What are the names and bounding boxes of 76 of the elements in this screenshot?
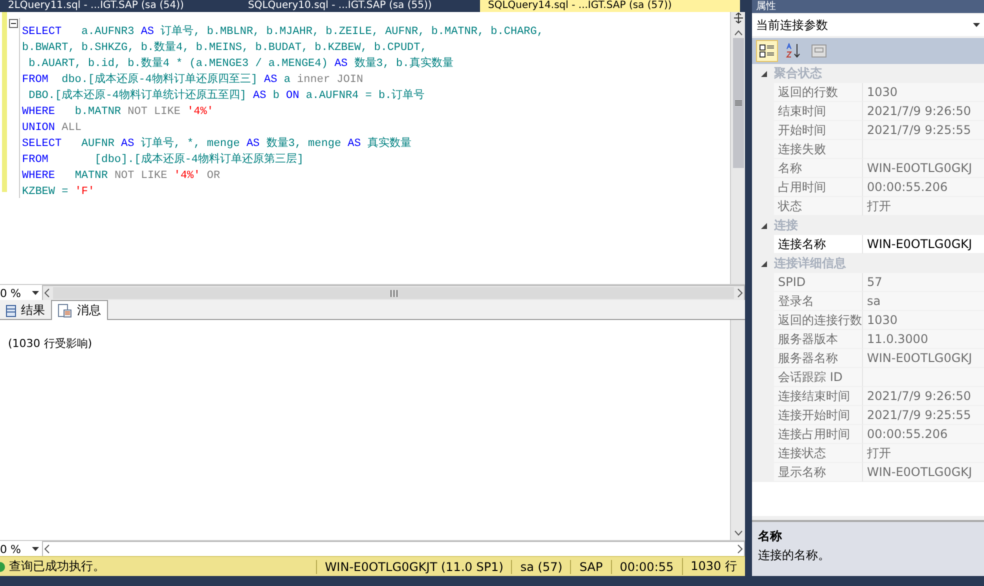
property-name[interactable]: 连接状态 [774, 444, 862, 463]
categorized-button[interactable] [756, 40, 778, 62]
property-name[interactable]: 名称 [774, 159, 862, 178]
property-name[interactable]: 状态 [774, 197, 862, 216]
property-name[interactable]: 返回的连接行数 [774, 311, 862, 330]
caret-icon [32, 547, 39, 551]
server-name: WIN-E0OTLG0GKJT (11.0 SP1) [316, 560, 512, 574]
scroll-up-icon[interactable] [734, 30, 742, 36]
caret-icon [973, 23, 980, 27]
grip-icon [390, 290, 398, 296]
property-value[interactable]: 打开 [862, 444, 984, 463]
category-name: 聚合状态 [774, 65, 822, 82]
property-name[interactable]: 连接失败 [774, 140, 862, 159]
grid-icon [6, 304, 16, 316]
property-value[interactable]: 2021/7/9 9:25:55 [862, 406, 984, 425]
property-value[interactable]: WIN-E0OTLG0GKJ [862, 159, 984, 178]
category-name: 连接详细信息 [774, 255, 846, 272]
property-name[interactable]: 会话跟踪 ID [774, 368, 862, 387]
property-name[interactable]: 返回的行数 [774, 83, 862, 102]
grip-icon [734, 100, 742, 106]
collapse-icon[interactable] [8, 19, 18, 28]
horizontal-scrollbar[interactable] [42, 541, 745, 557]
user-name: sa (57) [511, 560, 570, 574]
scroll-down-icon[interactable] [734, 530, 742, 536]
elapsed-time: 00:00:55 [610, 560, 682, 574]
result-tab[interactable]: 消息 [51, 300, 108, 320]
property-value[interactable]: 00:00:55.206 [862, 425, 984, 444]
property-name[interactable]: 连接占用时间 [774, 425, 862, 444]
message-text: (1030 行受影响) [8, 336, 94, 351]
expander-icon[interactable] [760, 70, 768, 78]
property-name[interactable]: 服务器版本 [774, 330, 862, 349]
property-value[interactable]: 2021/7/9 9:25:55 [862, 121, 984, 140]
document-tab[interactable]: SQLQuery10.sql - ...IGT.SAP (sa (55)) [240, 0, 480, 12]
vertical-scrollbar[interactable] [730, 320, 745, 540]
document-tab[interactable]: SQLQuery14.sql - ...IGT.SAP (sa (57)) [480, 0, 740, 12]
property-value[interactable]: 11.0.3000 [862, 330, 984, 349]
description-title: 名称 [758, 528, 783, 545]
property-name[interactable]: 连接名称 [774, 235, 862, 254]
property-value[interactable]: 2021/7/9 9:26:50 [862, 102, 984, 121]
property-name[interactable]: 服务器名称 [774, 349, 862, 368]
property-value[interactable]: 2021/7/9 9:26:50 [862, 387, 984, 406]
expander-icon[interactable] [760, 222, 768, 230]
success-icon [0, 560, 6, 572]
vertical-scrollbar[interactable] [730, 12, 745, 284]
database-name: SAP [570, 560, 611, 574]
status-message: 查询已成功执行。 [8, 558, 106, 575]
property-value[interactable]: 00:00:55.206 [862, 178, 984, 197]
split-icon[interactable] [732, 12, 744, 24]
property-value[interactable]: 打开 [862, 197, 984, 216]
property-name[interactable]: 开始时间 [774, 121, 862, 140]
property-name[interactable]: 结束时间 [774, 102, 862, 121]
property-value[interactable]: 1030 [862, 83, 984, 102]
property-value[interactable]: 57 [862, 273, 984, 292]
document-tab[interactable]: 2LQuery11.sql - ...IGT.SAP (sa (54)) [0, 0, 240, 12]
expander-icon[interactable] [760, 260, 768, 268]
category-name: 连接 [774, 217, 798, 234]
property-name[interactable]: SPID [774, 273, 862, 292]
property-name[interactable]: 登录名 [774, 292, 862, 311]
description-text: 连接的名称。 [758, 547, 831, 564]
property-value[interactable]: WIN-E0OTLG0GKJ [862, 349, 984, 368]
property-name[interactable]: 连接开始时间 [774, 406, 862, 425]
horizontal-scrollbar[interactable] [42, 285, 745, 301]
property-name[interactable]: 显示名称 [774, 463, 862, 482]
panel-title: 属性 [752, 0, 984, 13]
categorized-icon [759, 43, 775, 59]
property-value[interactable]: WIN-E0OTLG0GKJ [862, 463, 984, 482]
property-pages-icon [811, 44, 827, 58]
property-value[interactable]: WIN-E0OTLG0GKJ [862, 235, 984, 254]
object-dropdown[interactable]: 当前连接参数 [752, 14, 984, 36]
property-name[interactable]: 连接结束时间 [774, 387, 862, 406]
property-value[interactable]: sa [862, 292, 984, 311]
property-value[interactable]: 1030 [862, 311, 984, 330]
sort-icon [785, 43, 801, 59]
caret-icon [32, 291, 39, 295]
document-icon [58, 304, 72, 318]
property-name[interactable]: 占用时间 [774, 178, 862, 197]
